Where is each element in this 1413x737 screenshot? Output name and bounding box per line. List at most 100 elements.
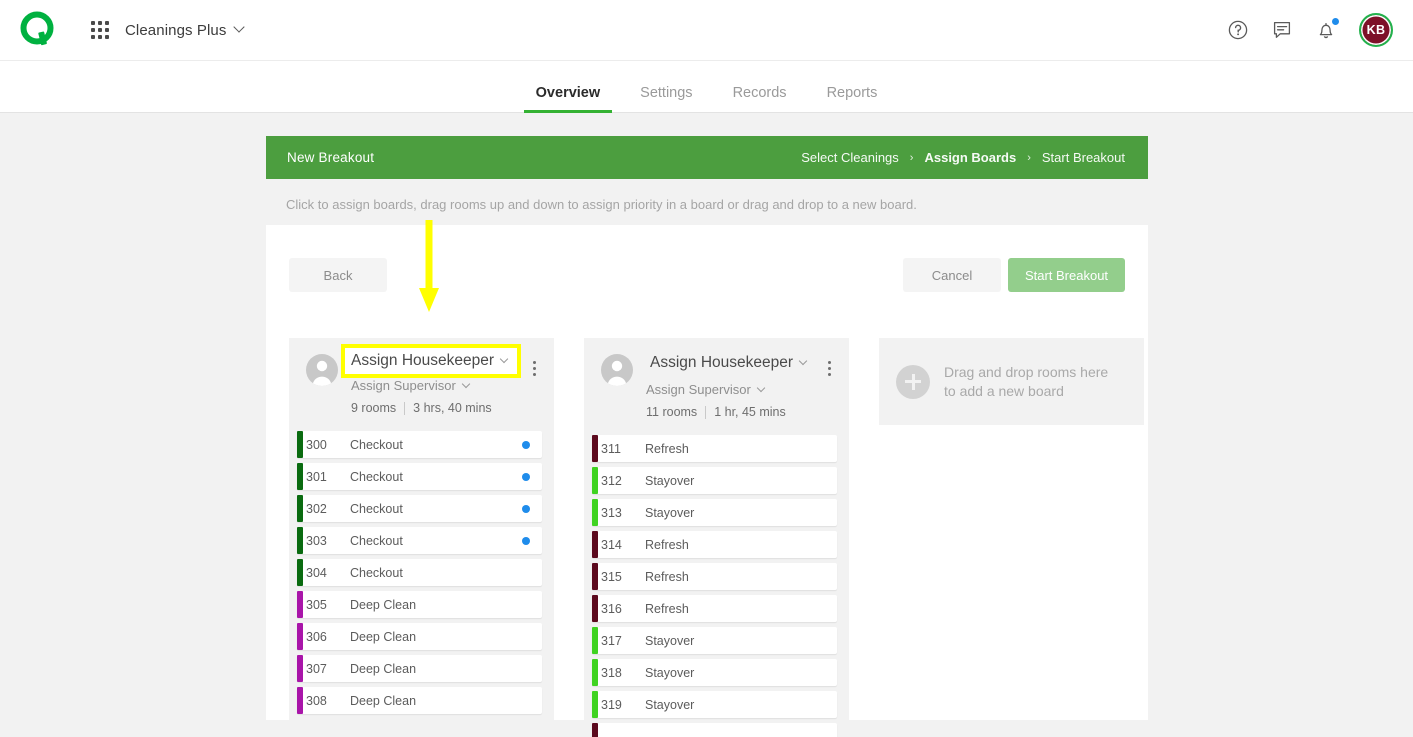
- room-type-color-bar: [592, 659, 598, 686]
- room-row[interactable]: 308 Deep Clean: [297, 687, 542, 714]
- tab-records[interactable]: Records: [721, 85, 799, 112]
- room-status-dot: [522, 440, 530, 449]
- room-type-color-bar: [297, 559, 303, 586]
- board-2-duration: 1 hr, 45 mins: [714, 405, 786, 419]
- room-type-label: Checkout: [350, 437, 403, 452]
- room-row[interactable]: 306 Deep Clean: [297, 623, 542, 650]
- tab-settings[interactable]: Settings: [628, 85, 704, 112]
- chevron-down-icon[interactable]: [798, 356, 808, 366]
- board-1-housekeeper-label: Assign Housekeeper: [351, 352, 495, 369]
- breakout-header-bar: New Breakout Select Cleanings › Assign B…: [266, 136, 1148, 179]
- tab-overview[interactable]: Overview: [523, 85, 613, 113]
- room-type-color-bar: [592, 627, 598, 654]
- breadcrumb-start-breakout[interactable]: Start Breakout: [1042, 150, 1125, 165]
- board-2-housekeeper-selector[interactable]: Assign Housekeeper: [646, 352, 810, 374]
- room-type-color-bar: [297, 431, 303, 458]
- apps-grid-icon[interactable]: [91, 21, 109, 39]
- room-number: 308: [306, 693, 327, 708]
- new-board-line-1: Drag and drop rooms here: [944, 363, 1109, 380]
- room-type-color-bar: [297, 623, 303, 650]
- room-row[interactable]: 315 Refresh: [592, 563, 837, 590]
- room-number: 301: [306, 469, 327, 484]
- board-1-duration: 3 hrs, 40 mins: [413, 401, 492, 415]
- chevron-down-icon[interactable]: [461, 379, 471, 388]
- room-row[interactable]: 317 Stayover: [592, 627, 837, 654]
- room-row[interactable]: 313 Stayover: [592, 499, 837, 526]
- room-row[interactable]: 307 Deep Clean: [297, 655, 542, 682]
- room-row[interactable]: 312 Stayover: [592, 467, 837, 494]
- room-row[interactable]: 316 Refresh: [592, 595, 837, 622]
- boards-container: Assign Housekeeper Assign Supervisor 9 r…: [289, 338, 1144, 737]
- room-type-color-bar: [297, 655, 303, 682]
- board-2-supervisor-label: Assign Supervisor: [646, 382, 751, 397]
- room-row[interactable]: 302 Checkout: [297, 495, 542, 522]
- breadcrumb-select-cleanings[interactable]: Select Cleanings: [801, 150, 899, 165]
- new-board-dropzone[interactable]: Drag and drop rooms here to add a new bo…: [879, 338, 1144, 425]
- room-row[interactable]: 301 Checkout: [297, 463, 542, 490]
- board-2-rooms-count: 11 rooms: [646, 405, 698, 419]
- room-type-label: Refresh: [645, 537, 689, 552]
- board-1-summary: 9 rooms 3 hrs, 40 mins: [351, 401, 507, 415]
- room-type-label: Stayover: [645, 697, 695, 712]
- room-status-dot: [522, 504, 530, 513]
- room-number: 305: [306, 597, 327, 612]
- cancel-button[interactable]: Cancel: [903, 258, 1001, 292]
- tab-reports[interactable]: Reports: [815, 85, 890, 112]
- room-row[interactable]: 300 Checkout: [297, 431, 542, 458]
- room-type-color-bar: [592, 563, 598, 590]
- room-row[interactable]: 319 Stayover: [592, 691, 837, 718]
- room-type-color-bar: [592, 499, 598, 526]
- board-1-room-list[interactable]: 300 Checkout 301 Checkout 302 Checkout 303 Chec…: [289, 431, 554, 733]
- room-type-label: Deep Clean: [350, 629, 417, 644]
- room-number: 302: [306, 501, 327, 516]
- avatar[interactable]: KB: [1359, 13, 1393, 47]
- room-row[interactable]: [592, 723, 837, 737]
- board-1[interactable]: Assign Housekeeper Assign Supervisor 9 r…: [289, 338, 554, 737]
- room-row[interactable]: 314 Refresh: [592, 531, 837, 558]
- notification-dot: [1332, 18, 1339, 25]
- action-button-row: Back Cancel Start Breakout: [289, 258, 1125, 292]
- room-row[interactable]: 305 Deep Clean: [297, 591, 542, 618]
- room-type-label: Checkout: [350, 533, 403, 548]
- board-2-summary: 11 rooms 1 hr, 45 mins: [646, 405, 810, 419]
- room-type-label: Checkout: [350, 501, 403, 516]
- room-type-color-bar: [592, 467, 598, 494]
- main-tabs: Overview Settings Records Reports: [0, 61, 1413, 113]
- room-row[interactable]: 311 Refresh: [592, 435, 837, 462]
- board-2-avatar-icon: [601, 354, 633, 386]
- room-number: 313: [601, 505, 622, 520]
- board-2-supervisor-selector[interactable]: Assign Supervisor: [646, 382, 810, 397]
- breadcrumb: Select Cleanings › Assign Boards › Start…: [801, 150, 1125, 165]
- room-row[interactable]: 318 Stayover: [592, 659, 837, 686]
- room-type-color-bar: [592, 595, 598, 622]
- room-type-label: Stayover: [645, 505, 695, 520]
- room-number: 304: [306, 565, 327, 580]
- board-1-more-options-icon[interactable]: [524, 355, 544, 381]
- back-button[interactable]: Back: [289, 258, 387, 292]
- board-2-more-options-icon[interactable]: [819, 355, 839, 381]
- board-2[interactable]: Assign Housekeeper Assign Supervisor 11 …: [584, 338, 849, 737]
- room-number: 303: [306, 533, 327, 548]
- room-row[interactable]: 304 Checkout: [297, 559, 542, 586]
- board-1-avatar-icon: [306, 354, 338, 386]
- help-circle-icon[interactable]: [1227, 19, 1249, 41]
- q-logo-icon[interactable]: [20, 11, 58, 49]
- bell-icon[interactable]: [1315, 18, 1339, 41]
- topbar-actions: KB: [1227, 13, 1393, 47]
- chevron-down-icon[interactable]: [756, 383, 766, 392]
- board-2-header: Assign Housekeeper Assign Supervisor 11 …: [584, 352, 849, 419]
- room-row[interactable]: 303 Checkout: [297, 527, 542, 554]
- room-type-label: Deep Clean: [350, 693, 417, 708]
- chevron-down-icon[interactable]: [499, 354, 509, 364]
- board-1-supervisor-selector[interactable]: Assign Supervisor: [351, 378, 507, 393]
- board-1-housekeeper-selector[interactable]: Assign Housekeeper: [340, 344, 522, 378]
- room-number: 317: [601, 633, 622, 648]
- chat-bubble-icon[interactable]: [1271, 19, 1293, 41]
- board-2-room-list[interactable]: 311 Refresh 312 Stayover 313 Stayover 314 Refre…: [584, 435, 849, 737]
- start-breakout-button[interactable]: Start Breakout: [1008, 258, 1125, 292]
- board-1-supervisor-label: Assign Supervisor: [351, 378, 456, 393]
- room-number: 312: [601, 473, 622, 488]
- breadcrumb-assign-boards[interactable]: Assign Boards: [924, 150, 1016, 165]
- chevron-down-icon[interactable]: [233, 21, 246, 33]
- room-type-label: Refresh: [645, 601, 689, 616]
